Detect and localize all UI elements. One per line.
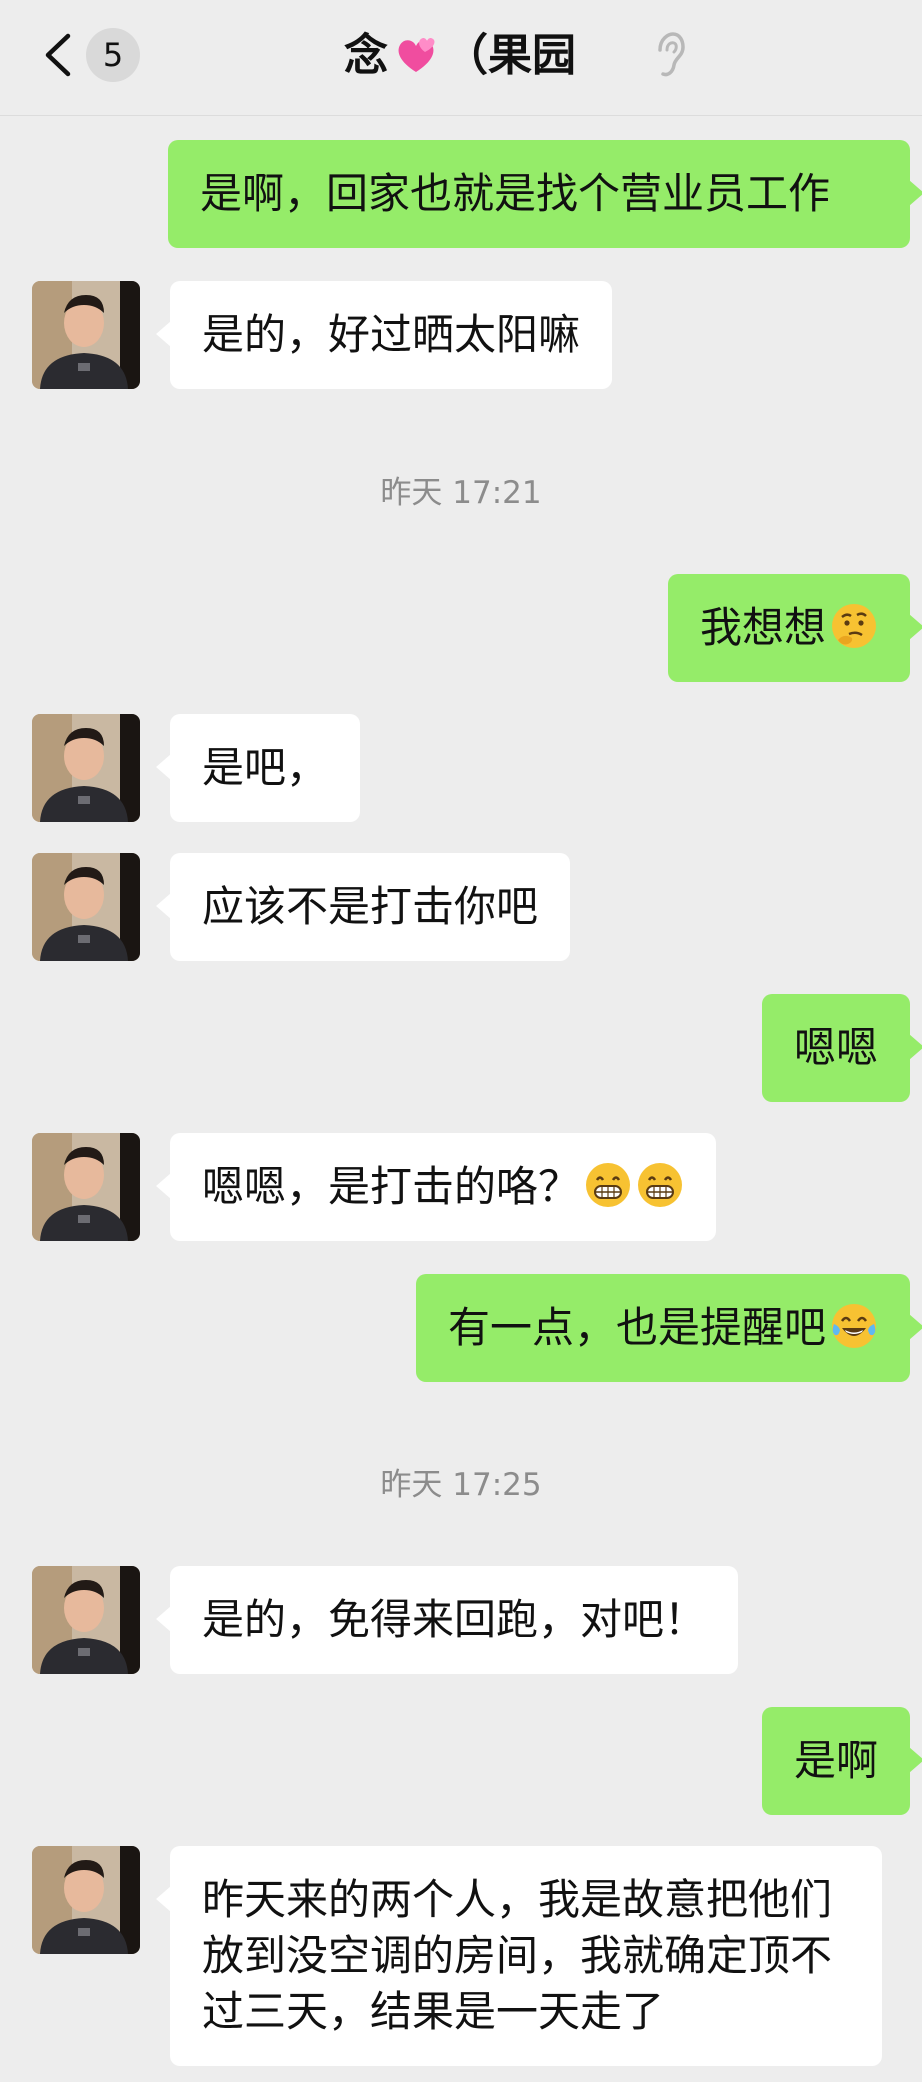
- incoming-message[interactable]: 昨天来的两个人，我是故意把他们放到没空调的房间，我就确定顶不过三天，结果是一天走…: [156, 1846, 882, 2066]
- message-text: 嗯嗯: [793, 1023, 878, 1072]
- avatar[interactable]: [32, 1846, 140, 1954]
- message-text: 是的，好过晒太阳嘛: [202, 310, 581, 359]
- message-text: 我想想: [699, 603, 826, 652]
- message-text: 是的，免得来回跑，对吧！: [202, 1595, 707, 1644]
- ear-icon: [658, 32, 685, 77]
- timestamp: 昨天 17:21: [380, 475, 542, 511]
- grinning-face-icon: [636, 1161, 684, 1209]
- chat-title-suffix: （果园: [444, 30, 576, 81]
- chat-title-prefix: 念: [344, 30, 388, 81]
- message-text: 是啊，回家也就是找个营业员工作: [200, 169, 831, 218]
- message-text: 应该不是打击你吧: [202, 882, 539, 931]
- incoming-message[interactable]: 是吧，: [155, 714, 361, 822]
- outgoing-message[interactable]: 是啊: [761, 1707, 922, 1815]
- avatar[interactable]: [32, 281, 140, 389]
- chat-header: 5 念 （果园: [0, 0, 922, 116]
- avatar[interactable]: [32, 853, 140, 961]
- chat-title[interactable]: 念 （果园: [260, 26, 660, 86]
- tears-of-joy-icon: [832, 1304, 876, 1348]
- message-text: 嗯嗯，是打击的咯？: [202, 1162, 581, 1211]
- message-text: 是啊: [793, 1736, 878, 1785]
- two-hearts-icon: [398, 37, 435, 72]
- incoming-message[interactable]: 应该不是打击你吧: [155, 853, 571, 961]
- message-text: 是吧，: [202, 743, 329, 792]
- avatar[interactable]: [32, 1133, 140, 1241]
- unread-count-badge[interactable]: 5: [86, 28, 140, 82]
- incoming-message[interactable]: 是的，免得来回跑，对吧！: [155, 1566, 739, 1674]
- chevron-left-icon[interactable]: [40, 30, 74, 80]
- incoming-message[interactable]: 嗯嗯，是打击的咯？: [155, 1133, 717, 1241]
- outgoing-message[interactable]: 嗯嗯: [761, 994, 922, 1102]
- grinning-face-icon: [584, 1161, 632, 1209]
- message-text: 有一点，也是提醒吧: [447, 1303, 826, 1352]
- avatar[interactable]: [32, 714, 140, 822]
- avatar[interactable]: [32, 1566, 140, 1674]
- message-text: 昨天来的两个人，我是故意把他们放到没空调的房间，我就确定顶不过三天，结果是一天走…: [202, 1875, 833, 2036]
- incoming-message[interactable]: 是的，好过晒太阳嘛: [155, 281, 613, 389]
- timestamp: 昨天 17:25: [380, 1467, 542, 1503]
- outgoing-message[interactable]: 是啊，回家也就是找个营业员工作: [168, 140, 922, 248]
- thinking-face-icon: [832, 604, 876, 648]
- outgoing-message[interactable]: 有一点，也是提醒吧: [415, 1274, 922, 1382]
- outgoing-message[interactable]: 我想想: [667, 574, 922, 682]
